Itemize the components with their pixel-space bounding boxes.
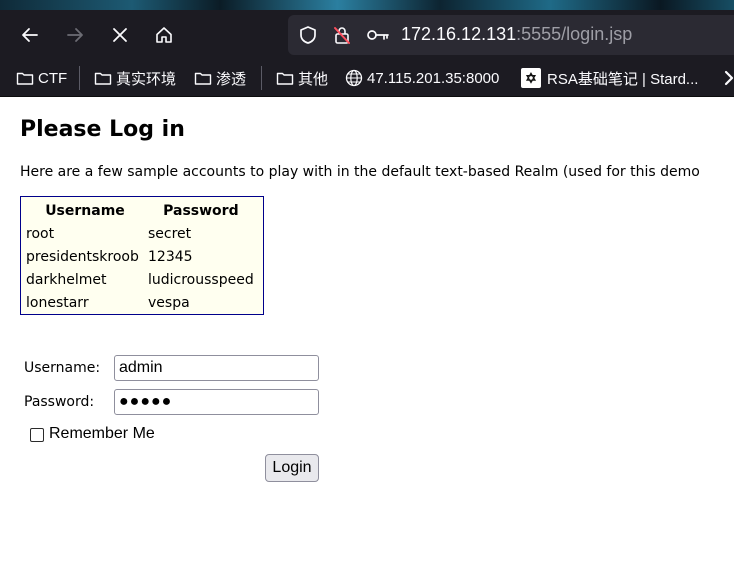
username-cell: root bbox=[26, 225, 55, 242]
table-row: presidentskroob 12345 bbox=[24, 245, 256, 268]
close-icon bbox=[113, 28, 127, 42]
table-row: lonestarr vespa bbox=[24, 291, 256, 314]
key-icon[interactable] bbox=[366, 25, 390, 45]
forward-button[interactable] bbox=[61, 21, 89, 49]
home-icon bbox=[156, 27, 172, 43]
folder-icon bbox=[94, 72, 112, 85]
bookmark-ctf[interactable]: CTF bbox=[16, 60, 67, 96]
shield-icon[interactable] bbox=[298, 25, 318, 45]
bookmark-ip[interactable]: 47.115.201.35:8000 bbox=[345, 60, 499, 96]
username-input[interactable] bbox=[114, 355, 319, 381]
password-cell: 12345 bbox=[148, 248, 193, 265]
bookmark-separator bbox=[261, 66, 262, 90]
url-path: :5555/login.jsp bbox=[516, 24, 633, 44]
username-cell: presidentskroob bbox=[26, 248, 139, 265]
bookmarks-bar: CTF 真实环境 渗透 其他 47.115.201.35:8000 ✡ RSA基… bbox=[0, 60, 734, 97]
sample-accounts-box: Username Password root secret presidents… bbox=[20, 196, 264, 315]
remember-me-checkbox[interactable] bbox=[30, 428, 44, 442]
arrow-right-icon bbox=[67, 28, 83, 42]
address-bar[interactable]: 172.16.12.131:5555/login.jsp bbox=[288, 15, 734, 55]
password-cell: vespa bbox=[148, 294, 190, 311]
password-cell: ludicrousspeed bbox=[148, 271, 254, 288]
password-input[interactable]: ●●●●● bbox=[114, 389, 319, 415]
bookmark-label: 其他 bbox=[298, 70, 329, 88]
page-content: Please Log in Here are a few sample acco… bbox=[0, 97, 734, 568]
table-row: darkhelmet ludicrousspeed bbox=[24, 268, 256, 291]
password-label: Password: bbox=[24, 394, 95, 410]
back-button[interactable] bbox=[16, 21, 44, 49]
bookmark-label: 47.115.201.35:8000 bbox=[367, 69, 500, 87]
url-host: 172.16.12.131 bbox=[401, 24, 517, 44]
star-of-david-icon: ✡ bbox=[521, 68, 541, 88]
password-cell: secret bbox=[148, 225, 192, 242]
window-decoration-strip bbox=[0, 0, 734, 10]
url-text[interactable]: 172.16.12.131:5555/login.jsp bbox=[401, 24, 632, 45]
stop-button[interactable] bbox=[106, 21, 134, 49]
username-label: Username: bbox=[24, 360, 101, 376]
folder-icon bbox=[16, 72, 34, 85]
insecure-lock-icon[interactable] bbox=[332, 25, 352, 45]
sample-accounts-table: Username Password root secret presidents… bbox=[24, 199, 256, 314]
table-row: root secret bbox=[24, 222, 256, 245]
table-header-row: Username Password bbox=[24, 199, 256, 222]
folder-icon bbox=[276, 72, 294, 85]
intro-text: Here are a few sample accounts to play w… bbox=[20, 164, 700, 180]
arrow-left-icon bbox=[22, 28, 38, 42]
bookmark-label: 渗透 bbox=[216, 70, 247, 88]
chevron-right-icon[interactable] bbox=[722, 69, 734, 87]
username-cell: darkhelmet bbox=[26, 271, 107, 288]
bookmark-label: RSA基础笔记 | Stard... bbox=[547, 70, 699, 88]
column-header-password: Password bbox=[163, 202, 239, 219]
bookmark-pentest[interactable]: 渗透 bbox=[194, 60, 246, 96]
folder-icon bbox=[194, 72, 212, 85]
bookmark-real-env[interactable]: 真实环境 bbox=[94, 60, 176, 96]
home-button[interactable] bbox=[150, 21, 178, 49]
column-header-username: Username bbox=[45, 202, 125, 219]
remember-me-label[interactable]: Remember Me bbox=[49, 425, 155, 443]
globe-icon bbox=[345, 69, 363, 87]
bookmark-other[interactable]: 其他 bbox=[276, 60, 328, 96]
bookmark-separator bbox=[79, 66, 80, 90]
bookmark-rsa-notes[interactable]: ✡ RSA基础笔记 | Stard... bbox=[521, 60, 698, 96]
login-button[interactable]: Login bbox=[265, 454, 319, 482]
username-cell: lonestarr bbox=[26, 294, 89, 311]
bookmark-label: CTF bbox=[38, 69, 68, 87]
page-title: Please Log in bbox=[20, 117, 185, 142]
browser-toolbar: 172.16.12.131:5555/login.jsp bbox=[0, 10, 734, 60]
bookmark-label: 真实环境 bbox=[116, 70, 177, 88]
